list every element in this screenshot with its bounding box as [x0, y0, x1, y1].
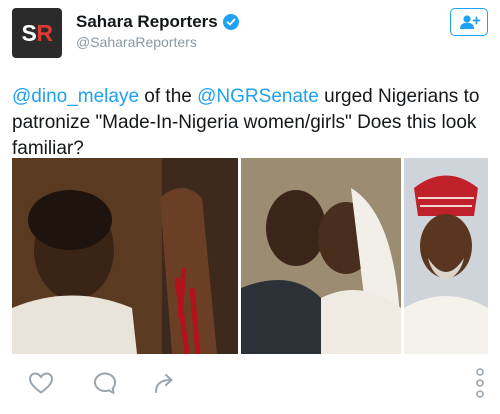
media-grid: [12, 158, 488, 354]
display-name[interactable]: Sahara Reporters: [76, 12, 218, 32]
mention-link[interactable]: @NGRSenate: [197, 86, 319, 107]
share-button[interactable]: [150, 368, 180, 398]
heart-icon: [28, 372, 54, 394]
tweet-photo[interactable]: [12, 158, 238, 354]
mention-link[interactable]: @dino_melaye: [12, 86, 139, 107]
user-handle[interactable]: @SaharaReporters: [76, 34, 197, 50]
tweet-photo[interactable]: [241, 158, 401, 354]
tweet-photo[interactable]: [404, 158, 488, 354]
tweet-text: @dino_melaye of the @NGRSenate urged Nig…: [12, 84, 488, 162]
share-icon: [155, 374, 173, 393]
avatar-letter-r: R: [36, 19, 53, 46]
like-button[interactable]: [26, 368, 56, 398]
avatar-letter-s: S: [21, 19, 37, 46]
reply-icon: [94, 372, 116, 394]
tweet-actions: [12, 368, 488, 398]
name-row: Sahara Reporters: [76, 12, 239, 32]
tweet-card: SR Sahara Reporters @SaharaReporters @di…: [0, 0, 500, 414]
verified-badge-icon: [222, 14, 239, 30]
follow-button[interactable]: [450, 8, 488, 36]
tweet-text-segment: of the: [139, 86, 198, 107]
reply-button[interactable]: [90, 368, 120, 398]
more-options-button[interactable]: [472, 366, 488, 400]
more-options-icon: [476, 368, 484, 398]
add-user-icon: [460, 15, 481, 29]
avatar[interactable]: SR: [12, 8, 62, 58]
